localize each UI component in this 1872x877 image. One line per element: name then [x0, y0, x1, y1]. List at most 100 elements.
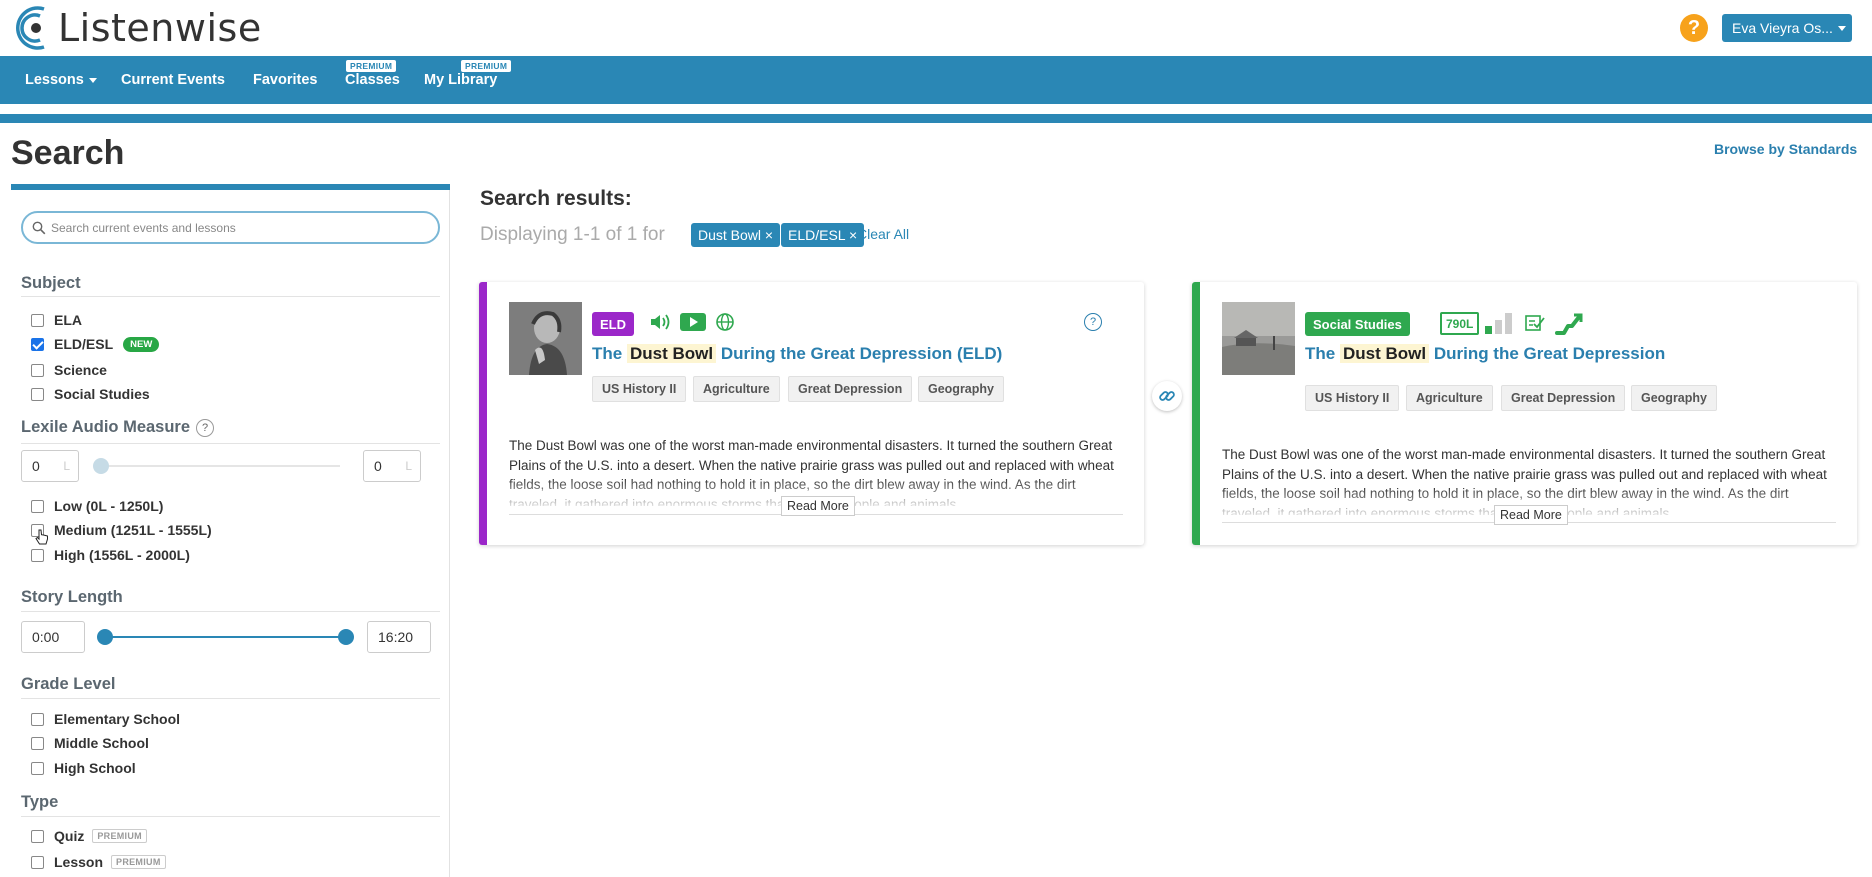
app-root: Listenwise ? Eva Vieyra Os... Lessons Cu…	[0, 0, 1872, 877]
search-input[interactable]	[51, 216, 431, 240]
divider	[21, 698, 440, 699]
lexile-heading-text: Lexile Audio Measure	[21, 418, 191, 436]
checkbox[interactable]	[31, 499, 44, 513]
nav-my-library[interactable]: My Library	[424, 72, 497, 88]
quiz-checklist-icon[interactable]	[1525, 314, 1545, 332]
nav-classes[interactable]: Classes	[345, 72, 400, 88]
help-icon[interactable]: ?	[196, 418, 215, 437]
subject-heading: Subject	[21, 274, 81, 292]
filter-sidebar: Subject ELA ELD/ESL NEW Science Social S…	[11, 184, 450, 877]
social-studies-tag: Social Studies	[1305, 312, 1410, 336]
title-text: The	[1305, 344, 1336, 363]
grade-level-heading: Grade Level	[21, 675, 116, 693]
top-header: Listenwise ? Eva Vieyra Os...	[0, 0, 1872, 56]
filter-label: High (1556L - 2000L)	[54, 547, 190, 563]
nav-lessons[interactable]: Lessons	[25, 72, 97, 88]
activity-trend-icon[interactable]	[1555, 312, 1583, 336]
lesson-title-link[interactable]: The Dust Bowl During the Great Depressio…	[1305, 344, 1665, 364]
checkbox[interactable]	[31, 548, 44, 562]
link-lessons-button[interactable]	[1152, 381, 1182, 411]
main-nav: Lessons Current Events Favorites PREMIUM…	[0, 56, 1872, 104]
lexile-max-input[interactable]: 0L	[363, 450, 421, 482]
filter-middle[interactable]: Middle School	[31, 734, 149, 752]
story-length-max-handle[interactable]	[338, 629, 354, 645]
audio-icon[interactable]	[649, 312, 671, 332]
checkbox[interactable]	[31, 712, 44, 726]
checkbox[interactable]	[31, 829, 44, 843]
filter-elementary[interactable]: Elementary School	[31, 710, 180, 728]
card-accent-bar	[1192, 282, 1200, 545]
checkbox-checked[interactable]	[31, 337, 44, 351]
filter-label: Quiz	[54, 828, 85, 844]
topic-chip[interactable]: Great Depression	[788, 376, 913, 402]
active-filter-dust-bowl[interactable]: Dust Bowl ×	[691, 223, 781, 247]
title-highlight: Dust Bowl	[1339, 344, 1430, 363]
help-button[interactable]: ?	[1680, 14, 1708, 42]
filter-label: ELD/ESL	[54, 336, 114, 352]
type-heading: Type	[21, 793, 59, 811]
new-badge: NEW	[123, 336, 160, 352]
filter-lexile-medium[interactable]: Medium (1251L - 1555L)	[31, 521, 212, 539]
lexile-unit: L	[405, 459, 412, 473]
divider	[21, 611, 440, 612]
filter-lexile-high[interactable]: High (1556L - 2000L)	[31, 546, 190, 564]
video-icon[interactable]	[680, 312, 706, 332]
lexile-heading: Lexile Audio Measure?	[21, 418, 215, 437]
topic-chip[interactable]: Agriculture	[693, 376, 780, 402]
divider	[21, 443, 440, 444]
filter-lexile-low[interactable]: Low (0L - 1250L)	[31, 497, 163, 515]
filter-high[interactable]: High School	[31, 759, 136, 777]
story-length-max-input[interactable]: 16:20	[367, 621, 431, 653]
filter-science[interactable]: Science	[31, 361, 107, 379]
result-card-social-studies[interactable]: Social Studies 790L The Dust Bowl During…	[1192, 282, 1857, 545]
active-filter-eld-esl[interactable]: ELD/ESL ×	[781, 223, 865, 247]
filter-lesson[interactable]: Lesson PREMIUM	[31, 853, 166, 871]
filter-ela[interactable]: ELA	[31, 311, 82, 329]
read-more-button[interactable]: Read More	[781, 496, 855, 516]
lexile-min-input[interactable]: 0L	[21, 450, 79, 482]
lexile-min-value: 0	[32, 458, 40, 474]
story-length-slider-track[interactable]	[107, 636, 347, 638]
topic-chip[interactable]: Agriculture	[1406, 385, 1493, 411]
read-more-button[interactable]: Read More	[1494, 505, 1568, 525]
caret-down-icon	[1837, 25, 1846, 31]
result-card-eld[interactable]: ELD ? The Dust Bowl During the Great Dep…	[479, 282, 1144, 545]
filter-label: Middle School	[54, 735, 149, 751]
checkbox[interactable]	[31, 363, 44, 377]
search-box[interactable]	[21, 211, 440, 244]
checkbox[interactable]	[31, 855, 44, 869]
lesson-title-link[interactable]: The Dust Bowl During the Great Depressio…	[592, 344, 1002, 364]
topic-chip[interactable]: Geography	[918, 376, 1004, 402]
eld-tag: ELD	[592, 312, 634, 336]
checkbox[interactable]	[31, 761, 44, 775]
browse-by-standards-link[interactable]: Browse by Standards	[1714, 141, 1857, 157]
title-text: The	[592, 344, 623, 363]
help-icon[interactable]: ?	[1084, 313, 1102, 331]
topic-chip[interactable]: US History II	[1305, 385, 1400, 411]
checkbox[interactable]	[31, 313, 44, 327]
nav-favorites[interactable]: Favorites	[253, 72, 317, 88]
nav-current-events[interactable]: Current Events	[121, 72, 225, 88]
filter-social-studies[interactable]: Social Studies	[31, 385, 150, 403]
filter-quiz[interactable]: Quiz PREMIUM	[31, 827, 147, 845]
filter-label: Low (0L - 1250L)	[54, 498, 164, 514]
user-name: Eva Vieyra Os...	[1732, 20, 1833, 36]
divider	[21, 296, 440, 297]
clear-all-link[interactable]: Clear All	[857, 226, 909, 242]
globe-icon[interactable]	[715, 312, 735, 332]
story-length-min-handle[interactable]	[97, 629, 113, 645]
lexile-slider-track[interactable]	[100, 465, 340, 467]
lesson-thumbnail[interactable]	[1222, 302, 1295, 375]
topic-chip[interactable]: Great Depression	[1501, 385, 1626, 411]
topic-chip[interactable]: Geography	[1631, 385, 1717, 411]
logo[interactable]: Listenwise	[14, 2, 262, 54]
results-heading: Search results:	[480, 187, 632, 210]
story-length-min-input[interactable]: 0:00	[21, 621, 85, 653]
checkbox[interactable]	[31, 736, 44, 750]
checkbox[interactable]	[31, 387, 44, 401]
topic-chip[interactable]: US History II	[592, 376, 687, 402]
lesson-thumbnail[interactable]	[509, 302, 582, 375]
filter-eld-esl[interactable]: ELD/ESL NEW	[31, 335, 160, 353]
lexile-slider-handle[interactable]	[93, 458, 109, 474]
user-menu-button[interactable]: Eva Vieyra Os...	[1722, 14, 1852, 42]
